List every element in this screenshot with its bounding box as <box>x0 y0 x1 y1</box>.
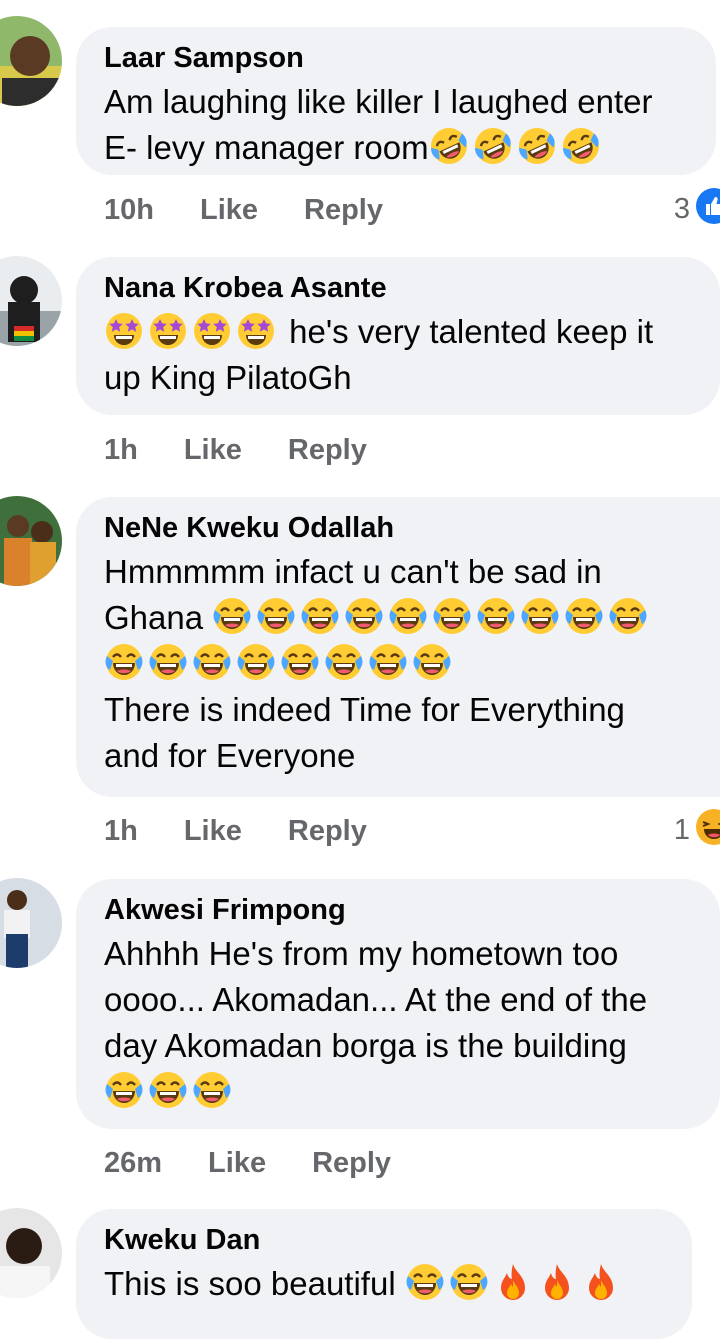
fire-emoji-icon <box>537 1262 577 1302</box>
comment-line: There is indeed Time for Everything <box>104 691 625 728</box>
haha-icon <box>696 809 720 845</box>
joy-emoji-icon <box>449 1262 489 1302</box>
rofl-emoji-icon <box>561 126 601 166</box>
reaction-summary[interactable]: 1 <box>674 809 720 849</box>
comment-timestamp[interactable]: 1h <box>104 811 138 851</box>
reaction-count: 1 <box>673 814 690 846</box>
comment-line: Hmmmmm infact u can't be sad in <box>104 553 602 590</box>
avatar[interactable] <box>0 878 62 968</box>
reply-button[interactable]: Reply <box>288 811 367 851</box>
avatar[interactable] <box>0 496 62 586</box>
comment-bubble: Akwesi Frimpong Ahhhh He's from my homet… <box>76 879 720 1129</box>
joy-emoji-icon <box>236 642 276 682</box>
joy-emoji-icon <box>300 596 340 636</box>
comment-line: Ahhhh He's from my hometown too <box>104 935 619 972</box>
comment-line: he's very talented keep it <box>104 309 700 355</box>
rofl-emoji-icon <box>429 126 469 166</box>
reply-button[interactable]: Reply <box>288 430 367 470</box>
joy-emoji-icon <box>192 1070 232 1110</box>
comment-text: This is soo beautiful <box>104 1261 672 1307</box>
comment-line: oooo... Akomadan... At the end of the <box>104 981 648 1018</box>
joy-emoji-icon <box>520 596 560 636</box>
joy-emoji-icon <box>324 642 364 682</box>
joy-emoji-icon <box>476 596 516 636</box>
comment-line: E- levy manager room <box>104 125 696 171</box>
comment-actions: 10h Like Reply <box>104 190 383 230</box>
comment-line: day Akomadan borga is the building <box>104 1027 627 1064</box>
reply-button[interactable]: Reply <box>312 1143 391 1183</box>
joy-emoji-icon <box>564 596 604 636</box>
joy-emoji-icon <box>388 596 428 636</box>
comment-line: and for Everyone <box>104 737 356 774</box>
reaction-summary[interactable]: 3 <box>674 188 720 228</box>
star-struck-emoji-icon <box>148 310 188 350</box>
comment-text: Hmmmmm infact u can't be sad in Ghana Th… <box>104 549 700 779</box>
joy-emoji-icon <box>432 596 472 636</box>
joy-emoji-icon <box>412 642 452 682</box>
joy-emoji-icon <box>104 1070 144 1110</box>
comment-line <box>104 641 700 687</box>
comment-bubble: NeNe Kweku Odallah Hmmmmm infact u can't… <box>76 497 720 797</box>
comment-author[interactable]: NeNe Kweku Odallah <box>104 507 700 549</box>
star-struck-emoji-icon <box>104 310 144 350</box>
like-button[interactable]: Like <box>184 430 242 470</box>
joy-emoji-icon <box>192 642 232 682</box>
comment-timestamp[interactable]: 10h <box>104 190 154 230</box>
comment-line <box>104 1069 700 1115</box>
comment-text: he's very talented keep it up King Pilat… <box>104 309 700 401</box>
joy-emoji-icon <box>212 596 252 636</box>
comment-line: up King PilatoGh <box>104 359 352 396</box>
star-struck-emoji-icon <box>192 310 232 350</box>
joy-emoji-icon <box>148 1070 188 1110</box>
joy-emoji-icon <box>344 596 384 636</box>
like-button[interactable]: Like <box>184 811 242 851</box>
rofl-emoji-icon <box>517 126 557 166</box>
joy-emoji-icon <box>104 642 144 682</box>
avatar[interactable] <box>0 16 62 106</box>
comment-bubble: Laar Sampson Am laughing like killer I l… <box>76 27 716 175</box>
comment-actions: 1h Like Reply <box>104 430 367 470</box>
fire-emoji-icon <box>493 1262 533 1302</box>
comment-line: Ghana <box>104 595 700 641</box>
comment-line-text: E- levy manager room <box>104 129 429 166</box>
joy-emoji-icon <box>148 642 188 682</box>
comment-text: Am laughing like killer I laughed enter … <box>104 79 696 171</box>
comment-author[interactable]: Laar Sampson <box>104 37 696 79</box>
like-button[interactable]: Like <box>208 1143 266 1183</box>
comment-bubble: Kweku Dan This is soo beautiful <box>76 1209 692 1339</box>
comment-line: Am laughing like killer I laughed enter <box>104 83 653 120</box>
comment-timestamp[interactable]: 26m <box>104 1143 162 1183</box>
comment-author[interactable]: Kweku Dan <box>104 1219 672 1261</box>
comment-line-text: This is soo beautiful <box>104 1265 405 1302</box>
comment-actions: 1h Like Reply <box>104 811 367 851</box>
comment-author[interactable]: Akwesi Frimpong <box>104 889 700 931</box>
rofl-emoji-icon <box>473 126 513 166</box>
comment-bubble: Nana Krobea Asante he's very talented ke… <box>76 257 720 415</box>
comment-line-text: Ghana <box>104 599 213 636</box>
like-button[interactable]: Like <box>200 190 258 230</box>
fire-emoji-icon <box>581 1262 621 1302</box>
joy-emoji-icon <box>280 642 320 682</box>
avatar[interactable] <box>0 1208 62 1298</box>
comment-timestamp[interactable]: 1h <box>104 430 138 470</box>
avatar[interactable] <box>0 256 62 346</box>
like-icon <box>696 188 720 224</box>
star-struck-emoji-icon <box>236 310 276 350</box>
comment-author[interactable]: Nana Krobea Asante <box>104 267 700 309</box>
reply-button[interactable]: Reply <box>304 190 383 230</box>
comment-line-text: he's very talented keep it <box>280 313 654 350</box>
joy-emoji-icon <box>608 596 648 636</box>
comment-actions: 26m Like Reply <box>104 1143 391 1183</box>
comment-text: Ahhhh He's from my hometown too oooo... … <box>104 931 700 1115</box>
comment-line: This is soo beautiful <box>104 1261 672 1307</box>
joy-emoji-icon <box>256 596 296 636</box>
reaction-count: 3 <box>673 193 690 225</box>
joy-emoji-icon <box>405 1262 445 1302</box>
joy-emoji-icon <box>368 642 408 682</box>
